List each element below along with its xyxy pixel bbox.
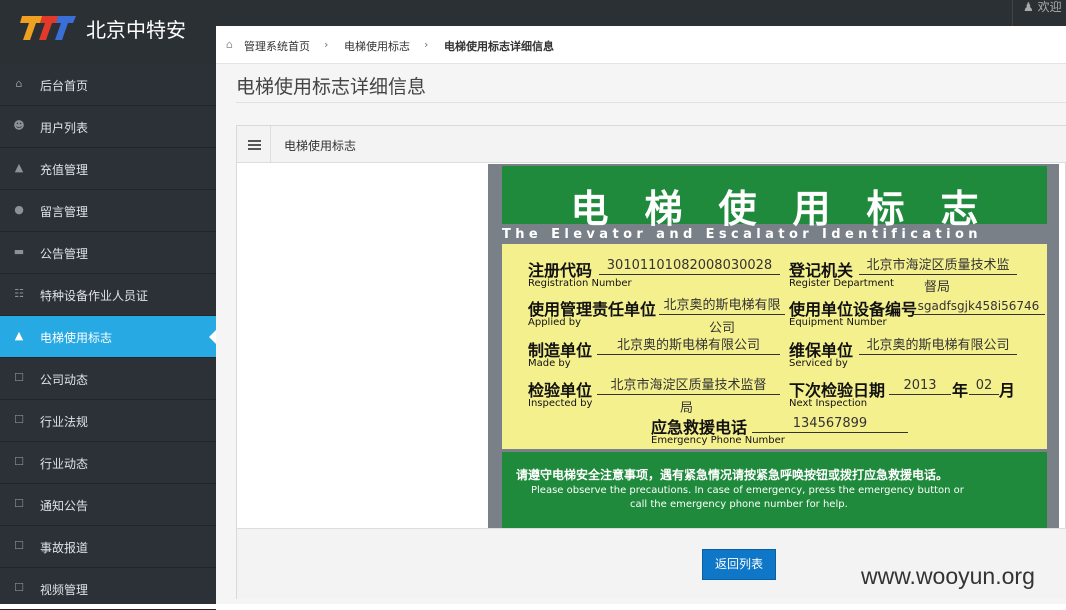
next-inspection-en: Next Inspection [789, 398, 868, 409]
service-en: Serviced by [789, 358, 848, 369]
sidebar-item-label: 通知公告 [40, 499, 89, 513]
file-icon: ☐ [14, 497, 24, 510]
notice-cn: 请遵守电梯安全注意事项，遇有紧急情况请按紧急呼唤按钮或拨打应急救援电话。 [516, 468, 949, 482]
user-icon: ☻ [13, 119, 25, 132]
sidebar-item-label: 电梯使用标志 [40, 331, 113, 345]
sidebar-item-label: 公司动态 [40, 373, 89, 387]
next-inspection-year: 2013 [889, 378, 951, 395]
breadcrumb-section-link[interactable]: 电梯使用标志 [344, 38, 410, 54]
sidebar-item[interactable]: ● 留言管理 [0, 190, 216, 232]
file-icon: ☐ [14, 413, 24, 426]
divider [236, 102, 1066, 103]
sidebar-item-label: 视频管理 [40, 583, 89, 597]
main-content: 电梯使用标志详细信息 电梯使用标志 电梯使用标志 The Elevator an… [216, 64, 1066, 604]
sidebar-item-label: 用户列表 [40, 121, 89, 135]
user-value-cont: 公司 [709, 321, 736, 336]
sidebar: ⌂ 后台首页 ☻ 用户列表 ▲ 充值管理 ● 留言管理 ▬ 公告管理 ☷ 特种设备作业人员证 ▲ 电梯使用… [0, 64, 216, 610]
file-icon: ☐ [14, 455, 24, 468]
road-icon: ▲ [14, 329, 24, 342]
sidebar-item[interactable]: ☐ 行业动态 [0, 442, 216, 484]
maker-en: Made by [528, 358, 571, 369]
sign-title-band: 电梯使用标志 [502, 166, 1047, 231]
next-inspection-month: 02 [969, 378, 999, 395]
elevator-sign-image: 电梯使用标志 The Elevator and Escalator Identi… [488, 164, 1059, 528]
notice-en-1: Please observe the precautions. In case … [531, 485, 964, 496]
equip-en: Equipment Number [789, 317, 887, 328]
menu-icon [237, 126, 271, 162]
file-icon: ☐ [14, 539, 24, 552]
breadcrumb: ⌂ 管理系统首页 › 电梯使用标志 › 电梯使用标志详细信息 [216, 26, 1066, 64]
reg-no-en: Registration Number [528, 278, 632, 289]
reg-no-value: 30101101082008030028 [599, 258, 780, 275]
sidebar-item-label: 留言管理 [40, 205, 89, 219]
breadcrumb-current: 电梯使用标志详细信息 [444, 40, 554, 53]
table-icon: ☷ [14, 287, 24, 300]
inspect-value: 北京市海淀区质量技术监督 [597, 378, 780, 395]
chevron-right-icon: › [424, 38, 429, 51]
home-icon: ⌂ [15, 77, 23, 90]
sign-notice-band: 请遵守电梯安全注意事项，遇有紧急情况请按紧急呼唤按钮或拨打应急救援电话。 Ple… [502, 452, 1047, 528]
sidebar-item-label: 充值管理 [40, 163, 89, 177]
sidebar-item[interactable]: ☐ 通知公告 [0, 484, 216, 526]
brand-name: 北京中特安 [86, 18, 186, 42]
sidebar-item[interactable]: ☐ 行业法规 [0, 400, 216, 442]
reg-dept-value: 北京市海淀区质量技术监 [859, 258, 1017, 275]
service-value: 北京奥的斯电梯有限公司 [859, 338, 1017, 355]
user-value: 北京奥的斯电梯有限 [659, 298, 785, 315]
reg-dept-en: Register Department [789, 278, 894, 289]
sign-title: 电梯使用标志 [570, 186, 1015, 231]
welcome-text: 欢迎 [1037, 0, 1062, 14]
phone-value: 134567899 [752, 416, 908, 433]
sidebar-item-label: 公告管理 [40, 247, 89, 261]
page-title: 电梯使用标志详细信息 [236, 76, 427, 98]
phone-en: Emergency Phone Number [651, 435, 785, 446]
breadcrumb-home-link[interactable]: 管理系统首页 [244, 38, 310, 54]
user-en: Applied by [528, 317, 582, 328]
file-icon: ☐ [14, 581, 24, 594]
maker-value: 北京奥的斯电梯有限公司 [597, 338, 780, 355]
sidebar-item-label: 行业法规 [40, 415, 89, 429]
road-icon: ▲ [14, 161, 24, 174]
sidebar-item[interactable]: ☻ 用户列表 [0, 106, 216, 148]
sidebar-item[interactable]: ☐ 公司动态 [0, 358, 216, 400]
sidebar-item[interactable]: ☐ 事故报道 [0, 526, 216, 568]
file-icon: ☐ [14, 371, 24, 384]
logo-mark-icon [20, 16, 76, 40]
back-to-list-button[interactable]: 返回列表 [702, 549, 776, 580]
month-unit: 月 [999, 381, 1016, 400]
chevron-right-icon: › [324, 38, 329, 51]
sidebar-item[interactable]: ▲ 充值管理 [0, 148, 216, 190]
notice-en-2: call the emergency phone number for help… [630, 499, 848, 510]
inspect-en: Inspected by [528, 398, 593, 409]
sidebar-item[interactable]: ☷ 特种设备作业人员证 [0, 274, 216, 316]
equip-value: sgadfsgjk458i56746 [912, 298, 1045, 315]
sidebar-item-label: 后台首页 [40, 79, 89, 93]
sidebar-item-label: 事故报道 [40, 541, 89, 555]
panel-title: 电梯使用标志 [284, 139, 357, 153]
reg-dept-value-cont: 督局 [924, 280, 951, 295]
sign-info-area: 注册代码 Registration Number 301011010820080… [502, 244, 1047, 449]
welcome-menu[interactable]: ♟ 欢迎 [1012, 0, 1066, 26]
year-unit: 年 [952, 381, 969, 400]
sidebar-item[interactable]: ▬ 公告管理 [0, 232, 216, 274]
sidebar-item[interactable]: ▲ 电梯使用标志 [0, 316, 216, 358]
home-icon[interactable]: ⌂ [226, 38, 233, 51]
panel-header: 电梯使用标志 [237, 126, 1066, 163]
inbox-icon: ▬ [13, 245, 25, 258]
sidebar-item-label: 行业动态 [40, 457, 89, 471]
sidebar-item-label: 特种设备作业人员证 [40, 289, 149, 303]
sign-subtitle: The Elevator and Escalator Identificatio… [502, 227, 982, 242]
comment-icon: ● [14, 203, 24, 216]
logo[interactable]: 北京中特安 [0, 0, 216, 64]
watermark: www.wooyun.org [861, 563, 1035, 589]
sidebar-item[interactable]: ⌂ 后台首页 [0, 64, 216, 106]
detail-panel: 电梯使用标志 电梯使用标志 The Elevator and Escalator… [236, 125, 1066, 599]
